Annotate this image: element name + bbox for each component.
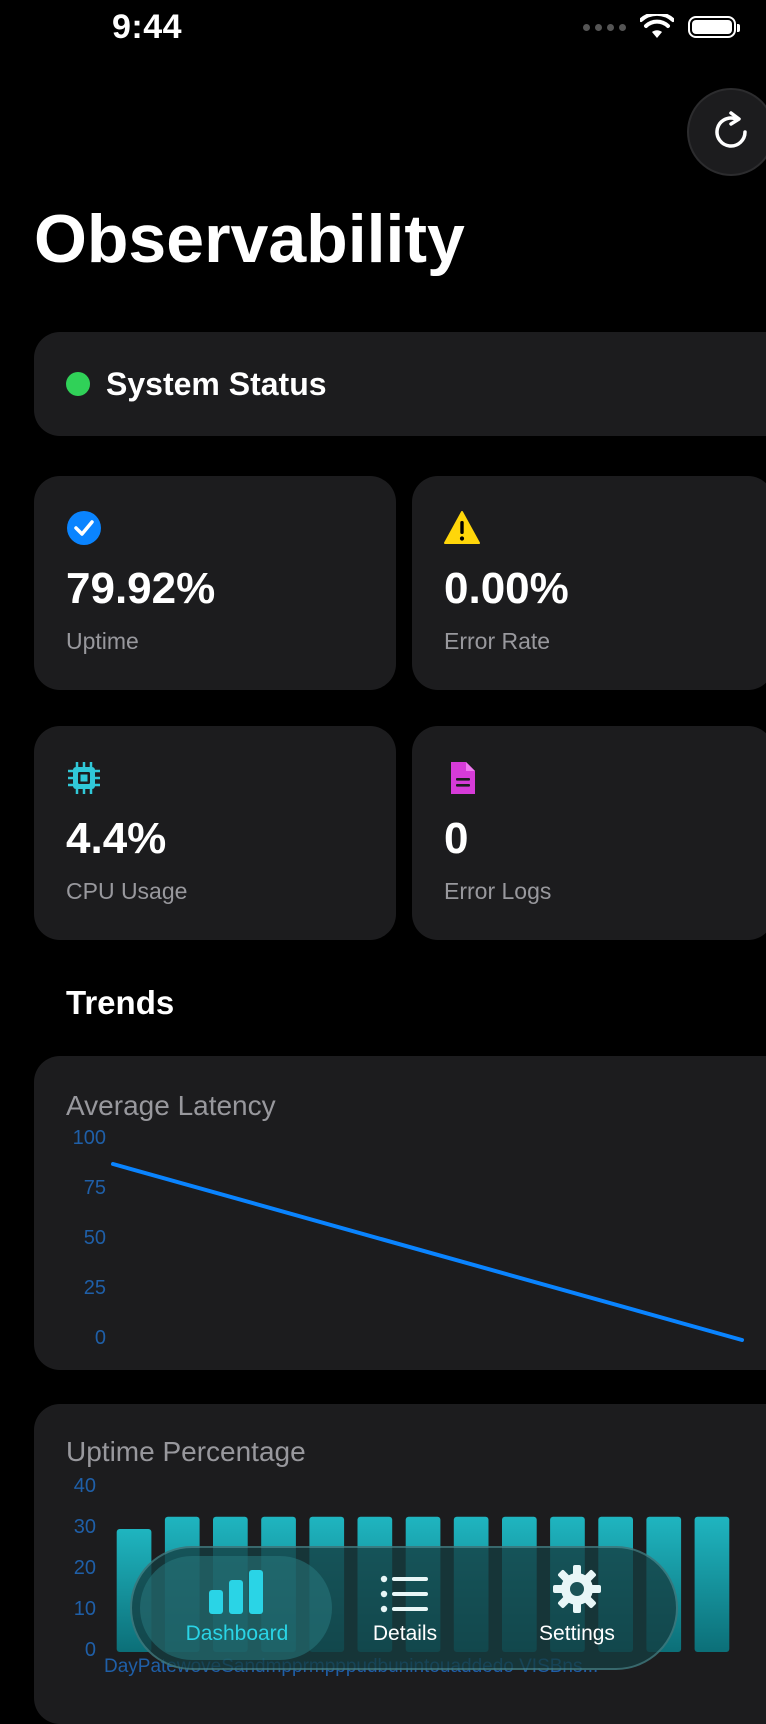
cpu-usage-card: 4.4% CPU Usage xyxy=(34,726,396,940)
refresh-button[interactable] xyxy=(687,88,766,176)
tab-dashboard[interactable]: Dashboard xyxy=(152,1564,322,1646)
signal-icon xyxy=(583,23,626,31)
cpu-usage-label: CPU Usage xyxy=(66,878,188,904)
trends-section-title: Trends xyxy=(66,984,175,1021)
battery-icon xyxy=(688,16,740,38)
status-bar: 9:44 xyxy=(0,0,766,60)
uptime-value: 79.92% xyxy=(66,564,216,613)
gear-icon xyxy=(553,1565,601,1613)
error-rate-card: 0.00% Error Rate xyxy=(412,476,766,690)
list-icon xyxy=(380,1575,428,1613)
uptime-y-tick: 10 xyxy=(73,1598,96,1620)
latency-y-tick: 100 xyxy=(72,1127,106,1149)
tab-settings-label: Settings xyxy=(539,1622,615,1645)
uptime-card: 79.92% Uptime xyxy=(34,476,396,690)
cpu-usage-value: 4.4% xyxy=(66,814,167,863)
latency-y-tick: 75 xyxy=(83,1177,106,1199)
uptime-y-tick: 0 xyxy=(84,1639,96,1661)
error-logs-card: 0 Error Logs xyxy=(412,726,766,940)
tab-details[interactable]: Details xyxy=(320,1564,490,1646)
system-status-label: System Status xyxy=(106,366,327,402)
uptime-y-tick: 30 xyxy=(73,1516,96,1538)
uptime-y-tick: 40 xyxy=(73,1475,96,1497)
system-status-card: System Status xyxy=(34,332,766,436)
status-time: 9:44 xyxy=(112,8,183,46)
bar-chart-icon xyxy=(209,1570,263,1614)
tab-dashboard-label: Dashboard xyxy=(185,1622,289,1645)
wifi-icon xyxy=(640,14,674,38)
tab-settings[interactable]: Settings xyxy=(492,1564,662,1646)
checkmark-circle-icon xyxy=(67,511,101,545)
latency-y-tick: 50 xyxy=(83,1227,106,1249)
average-latency-card: Average Latency xyxy=(34,1056,766,1370)
document-icon xyxy=(451,762,475,794)
uptime-y-tick: 20 xyxy=(73,1557,96,1579)
latency-chart-title: Average Latency xyxy=(66,1090,276,1121)
error-rate-value: 0.00% xyxy=(444,564,569,613)
page-title: Observability xyxy=(34,201,465,277)
warning-triangle-icon xyxy=(444,511,480,544)
tab-details-label: Details xyxy=(372,1622,438,1645)
error-rate-label: Error Rate xyxy=(444,628,551,654)
tab-bar: Dashboard Details Settings xyxy=(130,1546,678,1670)
latency-y-tick: 0 xyxy=(94,1327,106,1349)
refresh-icon xyxy=(715,111,747,148)
latency-y-tick: 25 xyxy=(83,1277,106,1299)
status-indicator-dot xyxy=(66,372,90,396)
uptime-chart-title: Uptime Percentage xyxy=(66,1436,306,1467)
uptime-label: Uptime xyxy=(66,628,139,654)
error-logs-label: Error Logs xyxy=(444,878,552,904)
status-indicators xyxy=(583,14,740,40)
error-logs-value: 0 xyxy=(444,814,469,863)
cpu-chip-icon xyxy=(68,762,100,794)
